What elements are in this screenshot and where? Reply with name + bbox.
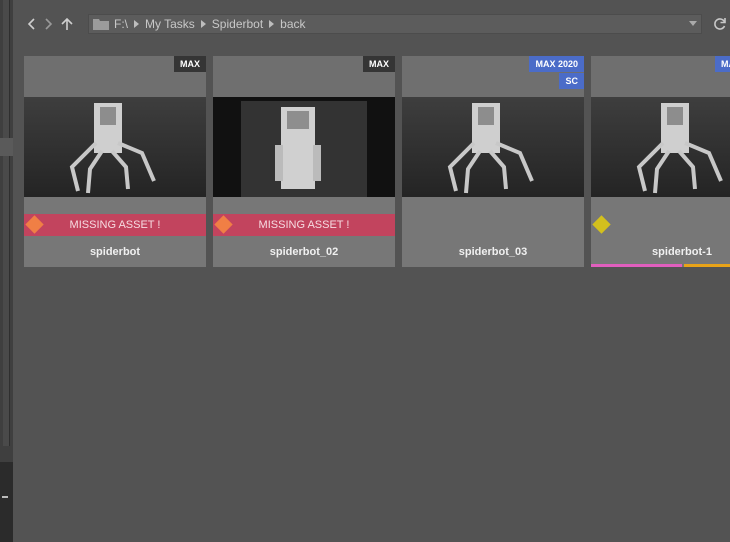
breadcrumb-separator-icon [200,20,206,28]
asset-thumbnail [24,97,206,197]
asset-card[interactable]: MAX spiderbot-1 [591,56,730,267]
tool-badge: SC [559,73,584,89]
missing-asset-warning: MISSING ASSET ! [24,214,206,236]
breadcrumb-spiderbot[interactable]: Spiderbot [212,17,263,31]
breadcrumb-back[interactable]: back [280,17,305,31]
arrow-up-icon [61,17,73,30]
card-header [591,56,730,97]
status-diamond-icon [592,215,611,234]
left-panel-footer [0,462,13,542]
asset-thumbnail [591,97,730,197]
forward-button[interactable] [40,14,56,34]
back-button[interactable] [24,14,40,34]
tag-color-strip [591,264,682,267]
up-button[interactable] [59,14,75,34]
asset-name: spiderbot_02 [269,246,339,258]
breadcrumb-separator-icon [134,20,139,28]
path-dropdown-icon[interactable] [689,21,697,26]
asset-card[interactable]: MAX 2020 SC spiderbot_03 [402,56,584,267]
breadcrumb-my-tasks[interactable]: My Tasks [145,17,195,31]
collapse-icon[interactable] [2,496,8,498]
breadcrumb-separator-icon [269,20,275,28]
asset-thumbnail [402,97,584,197]
missing-asset-warning: MISSING ASSET ! [213,214,395,236]
breadcrumb: F:\ My Tasks Spiderbot back [114,15,306,33]
format-badge: MAX [174,56,206,72]
left-panel-edge [0,0,13,542]
chevron-left-icon [27,18,35,30]
asset-card[interactable]: MAX MISSING ASSET ! spiderbot [24,56,206,267]
format-badge: MAX [363,56,395,72]
chevron-right-icon [45,18,53,30]
asset-name: spiderbot-1 [652,246,712,258]
path-bar[interactable]: F:\ My Tasks Spiderbot back [88,14,702,34]
splitter-handle[interactable] [0,138,13,156]
breadcrumb-drive[interactable]: F:\ [114,17,128,31]
format-badge: MAX [715,56,730,72]
asset-thumbnail [213,97,395,197]
refresh-button[interactable] [712,14,728,34]
panel-splitter[interactable] [3,0,10,446]
folder-icon [93,19,109,30]
tag-color-strip [684,264,730,267]
asset-name: spiderbot [89,246,141,258]
toolbar: F:\ My Tasks Spiderbot back [13,0,730,46]
asset-card[interactable]: MAX MISSING ASSET ! spiderbot_02 [213,56,395,267]
refresh-icon [714,18,726,30]
asset-name: spiderbot_03 [458,246,528,258]
format-badge: MAX 2020 [529,56,584,72]
